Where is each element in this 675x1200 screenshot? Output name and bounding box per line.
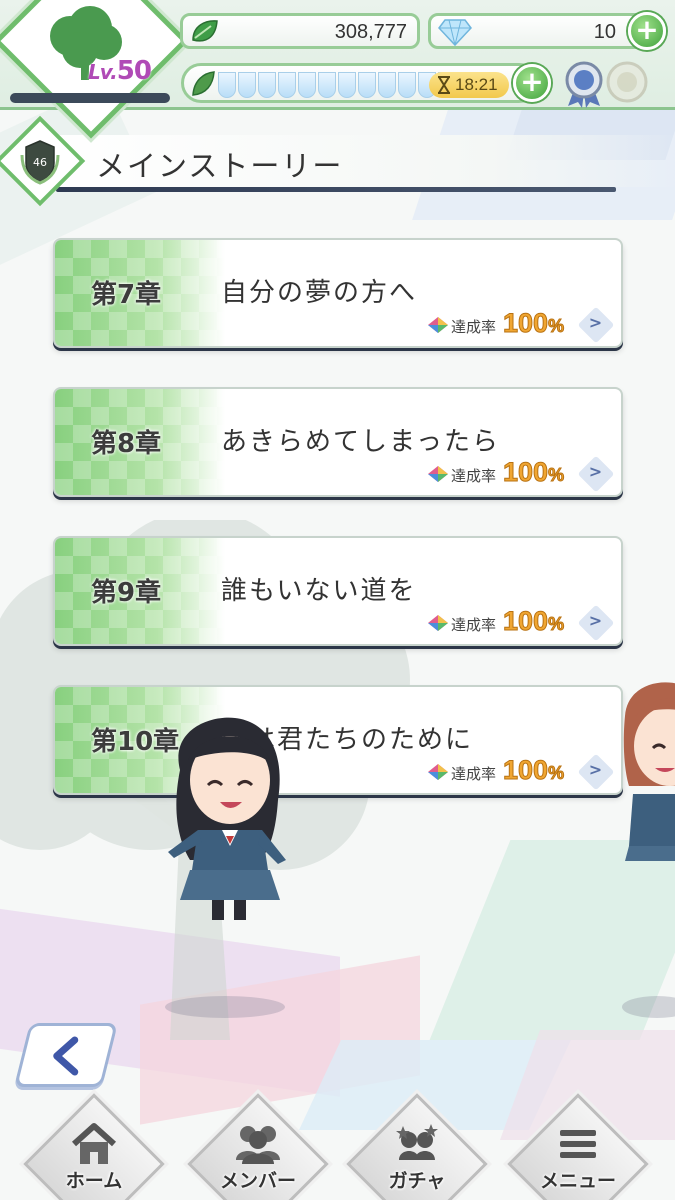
chevron-left-icon <box>53 1036 79 1076</box>
rainbow-diamond-icon <box>428 317 448 333</box>
rate-unit: % <box>548 316 565 337</box>
chapter-card-10[interactable]: 第10章 春は君たちのために 達成率 100% > <box>53 685 623 795</box>
rate-unit: % <box>548 763 565 784</box>
page-title: メインストーリー <box>96 149 344 183</box>
completion-rate-label: 達成率 <box>451 467 497 485</box>
level-value: 50 <box>116 56 152 86</box>
completion-rate-label: 達成率 <box>451 765 497 783</box>
stamina-segments <box>218 72 456 98</box>
stamina-segment <box>318 72 336 98</box>
svg-text:46: 46 <box>33 156 47 169</box>
chevron-right-icon[interactable]: > <box>577 306 615 344</box>
chapter-number: 第7章 <box>91 280 162 310</box>
page-title-bar: 46 メインストーリー <box>0 115 675 207</box>
status-header: Lv.50 308,777 10 + 18:21 + <box>0 0 675 139</box>
members-icon <box>236 1126 280 1164</box>
chapter-card-7[interactable]: 第7章 自分の夢の方へ 達成率 100% > <box>53 238 623 348</box>
chapter-number: 第9章 <box>91 578 162 608</box>
xp-bar <box>10 93 170 103</box>
home-icon <box>71 1123 117 1164</box>
completion-rate-value: 100% <box>502 308 565 339</box>
coin-value: 308,777 <box>334 21 407 43</box>
nav-gacha[interactable]: ガチャ <box>337 1093 497 1200</box>
nav-members[interactable]: メンバー <box>178 1093 338 1200</box>
stamina-gauge: 18:21 <box>181 63 539 103</box>
chevron-right-icon[interactable]: > <box>577 455 615 493</box>
nav-members-label: メンバー <box>219 1170 296 1192</box>
nav-menu[interactable]: メニュー <box>498 1093 658 1200</box>
rate-number: 100 <box>502 457 549 488</box>
completion-rate-value: 100% <box>502 606 565 637</box>
character-shadow <box>165 996 285 1018</box>
rainbow-diamond-icon <box>428 615 448 631</box>
chapter-number: 第8章 <box>91 429 162 459</box>
rate-number: 100 <box>502 308 549 339</box>
menu-icon <box>560 1130 596 1158</box>
stamina-segment <box>278 72 296 98</box>
level-label: Lv.50 <box>88 56 152 86</box>
diamond-icon <box>438 19 472 47</box>
add-gems-button[interactable]: + <box>628 12 666 50</box>
chapter-card-9[interactable]: 第9章 誰もいない道を 達成率 100% > <box>53 536 623 646</box>
hourglass-icon <box>438 76 450 94</box>
chibi-character-dark-hair[interactable] <box>150 710 295 925</box>
stamina-segment <box>338 72 356 98</box>
stamina-segment <box>298 72 316 98</box>
rate-unit: % <box>548 614 565 635</box>
completion-rate-label: 達成率 <box>451 318 497 336</box>
rank-medal-icon[interactable] <box>562 60 606 108</box>
completion-rate-label: 達成率 <box>451 616 497 634</box>
rate-unit: % <box>548 465 565 486</box>
rate-number: 100 <box>502 755 549 786</box>
coin-counter: 308,777 <box>180 13 420 49</box>
stamina-segment <box>398 72 416 98</box>
chapter-title: 誰もいない道を <box>221 576 417 606</box>
stamina-timer-value: 18:21 <box>455 75 498 94</box>
chapter-title: 自分の夢の方へ <box>221 278 418 308</box>
emblem-46-icon: 46 <box>20 140 60 185</box>
level-prefix: Lv. <box>88 60 118 84</box>
stamina-segment <box>378 72 396 98</box>
rainbow-diamond-icon <box>428 466 448 482</box>
chibi-character-brown-hair[interactable] <box>615 676 675 876</box>
rainbow-diamond-icon <box>428 764 448 780</box>
chapter-card-8[interactable]: 第8章 あきらめてしまったら 達成率 100% > <box>53 387 623 497</box>
completion-rate-value: 100% <box>502 457 565 488</box>
chevron-right-icon[interactable]: > <box>577 753 615 791</box>
stamina-segment <box>358 72 376 98</box>
gem-value: 10 <box>593 21 616 43</box>
completion-rate-value: 100% <box>502 755 565 786</box>
add-stamina-button[interactable]: + <box>513 64 551 102</box>
trophy-medal-icon[interactable] <box>605 60 649 108</box>
nav-home[interactable]: ホーム <box>14 1093 174 1200</box>
chevron-right-icon[interactable]: > <box>577 604 615 642</box>
bottom-navigation: ホーム メンバー ガチャ メニュー <box>0 1093 675 1200</box>
stamina-segment <box>238 72 256 98</box>
stamina-segment <box>258 72 276 98</box>
stamina-timer: 18:21 <box>429 72 509 98</box>
stamina-leaf-icon <box>192 71 215 96</box>
leaf-coin-icon <box>192 20 218 42</box>
stamina-segment <box>218 72 236 98</box>
rate-number: 100 <box>502 606 549 637</box>
nav-home-label: ホーム <box>65 1170 123 1192</box>
nav-menu-label: メニュー <box>539 1170 616 1192</box>
chapter-title: あきらめてしまったら <box>221 427 500 457</box>
nav-gacha-label: ガチャ <box>388 1170 446 1192</box>
back-button[interactable] <box>14 1023 118 1087</box>
gacha-icon <box>396 1124 438 1160</box>
